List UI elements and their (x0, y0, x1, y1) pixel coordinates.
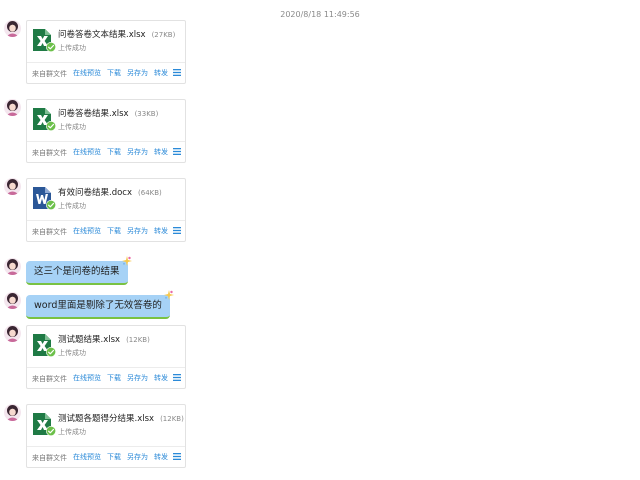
more-menu-icon[interactable] (173, 69, 181, 76)
upload-status: 上传成功 (58, 44, 86, 52)
file-card-footer: 来自群文件 在线预览 下载 另存为 转发 (27, 220, 185, 242)
file-card[interactable]: 测试题各题得分结果.xlsx (12KB) 上传成功来自群文件 在线预览 下载 另存为 转发 (26, 404, 186, 468)
message-timestamp: 2020/8/18 11:49:56 (280, 10, 360, 19)
preview-link[interactable]: 在线预览 (73, 148, 101, 156)
file-card-footer: 来自群文件 在线预览 下载 另存为 转发 (27, 367, 185, 389)
file-card[interactable]: 测试题结果.xlsx (12KB) 上传成功来自群文件 在线预览 下载 另存为 转发 (26, 325, 186, 389)
upload-status: 上传成功 (58, 202, 86, 210)
file-card-footer: 来自群文件 在线预览 下载 另存为 转发 (27, 62, 185, 84)
file-size: (27KB) (151, 31, 176, 39)
save-as-link[interactable]: 另存为 (127, 148, 148, 156)
save-as-link[interactable]: 另存为 (127, 69, 148, 77)
file-name-text: 测试题结果.xlsx (58, 335, 121, 345)
file-source: 来自群文件 (32, 149, 67, 157)
file-source: 来自群文件 (32, 228, 67, 236)
more-menu-icon[interactable] (173, 374, 181, 381)
file-size: (12KB) (160, 415, 184, 423)
save-as-link[interactable]: 另存为 (127, 453, 148, 461)
chat-window: 2020/8/18 11:49:56 问卷答卷文本结果.xlsx (27KB) 上传… (0, 0, 640, 480)
chat-bubble[interactable]: word里面是剔除了无效答卷的 (26, 290, 174, 319)
file-actions: 在线预览 下载 另存为 转发 (67, 226, 181, 236)
more-menu-icon[interactable] (173, 453, 181, 460)
chat-bubble[interactable]: 这三个是问卷的结果 (26, 256, 132, 285)
file-name[interactable]: 有效问卷结果.docx (64KB) (58, 186, 162, 198)
more-menu-icon[interactable] (173, 148, 181, 155)
preview-link[interactable]: 在线预览 (73, 227, 101, 235)
file-card[interactable]: 问卷答卷文本结果.xlsx (27KB) 上传成功来自群文件 在线预览 下载 另存为 转发 (26, 20, 186, 84)
download-link[interactable]: 下载 (107, 227, 121, 235)
file-name[interactable]: 问卷答卷结果.xlsx (33KB) (58, 107, 158, 119)
file-size: (12KB) (126, 336, 150, 344)
user-avatar[interactable] (4, 178, 21, 195)
upload-status: 上传成功 (58, 123, 86, 131)
user-avatar[interactable] (4, 20, 21, 37)
download-link[interactable]: 下载 (107, 69, 121, 77)
save-as-link[interactable]: 另存为 (127, 374, 148, 382)
file-name[interactable]: 测试题各题得分结果.xlsx (12KB) (58, 412, 184, 424)
upload-success-icon (46, 121, 56, 131)
file-source: 来自群文件 (32, 375, 67, 383)
user-avatar[interactable] (4, 325, 21, 342)
file-actions: 在线预览 下载 另存为 转发 (67, 452, 181, 462)
user-avatar[interactable] (4, 99, 21, 116)
forward-link[interactable]: 转发 (154, 374, 168, 382)
upload-success-icon (46, 200, 56, 210)
file-actions: 在线预览 下载 另存为 转发 (67, 68, 181, 78)
upload-status: 上传成功 (58, 428, 86, 436)
preview-link[interactable]: 在线预览 (73, 69, 101, 77)
more-menu-icon[interactable] (173, 227, 181, 234)
upload-success-icon (46, 42, 56, 52)
file-size: (64KB) (138, 189, 162, 197)
download-link[interactable]: 下载 (107, 374, 121, 382)
file-name-text: 测试题各题得分结果.xlsx (58, 414, 155, 424)
file-source: 来自群文件 (32, 70, 67, 78)
forward-link[interactable]: 转发 (154, 148, 168, 156)
message-text: word里面是剔除了无效答卷的 (34, 300, 162, 311)
file-name-text: 问卷答卷结果.xlsx (58, 109, 129, 119)
upload-success-icon (46, 426, 56, 436)
file-card[interactable]: 问卷答卷结果.xlsx (33KB) 上传成功来自群文件 在线预览 下载 另存为 转发 (26, 99, 186, 163)
file-actions: 在线预览 下载 另存为 转发 (67, 147, 181, 157)
upload-status: 上传成功 (58, 349, 86, 357)
save-as-link[interactable]: 另存为 (127, 227, 148, 235)
forward-link[interactable]: 转发 (154, 69, 168, 77)
preview-link[interactable]: 在线预览 (73, 453, 101, 461)
file-source: 来自群文件 (32, 454, 67, 462)
user-avatar[interactable] (4, 404, 21, 421)
file-size: (33KB) (134, 110, 159, 118)
preview-link[interactable]: 在线预览 (73, 374, 101, 382)
file-name[interactable]: 问卷答卷文本结果.xlsx (27KB) (58, 28, 175, 40)
download-link[interactable]: 下载 (107, 148, 121, 156)
message-text: 这三个是问卷的结果 (34, 266, 120, 277)
file-name-text: 问卷答卷文本结果.xlsx (58, 30, 146, 40)
sparkle-decoration-icon (121, 256, 132, 266)
upload-success-icon (46, 347, 56, 357)
forward-link[interactable]: 转发 (154, 453, 168, 461)
file-card-footer: 来自群文件 在线预览 下载 另存为 转发 (27, 141, 185, 163)
file-name-text: 有效问卷结果.docx (58, 188, 133, 198)
user-avatar[interactable] (4, 292, 21, 309)
user-avatar[interactable] (4, 258, 21, 275)
file-actions: 在线预览 下载 另存为 转发 (67, 373, 181, 383)
forward-link[interactable]: 转发 (154, 227, 168, 235)
download-link[interactable]: 下载 (107, 453, 121, 461)
file-card[interactable]: 有效问卷结果.docx (64KB) 上传成功来自群文件 在线预览 下载 另存为 转发 (26, 178, 186, 242)
sparkle-decoration-icon (163, 290, 174, 300)
file-card-footer: 来自群文件 在线预览 下载 另存为 转发 (27, 446, 185, 468)
file-name[interactable]: 测试题结果.xlsx (12KB) (58, 333, 150, 345)
